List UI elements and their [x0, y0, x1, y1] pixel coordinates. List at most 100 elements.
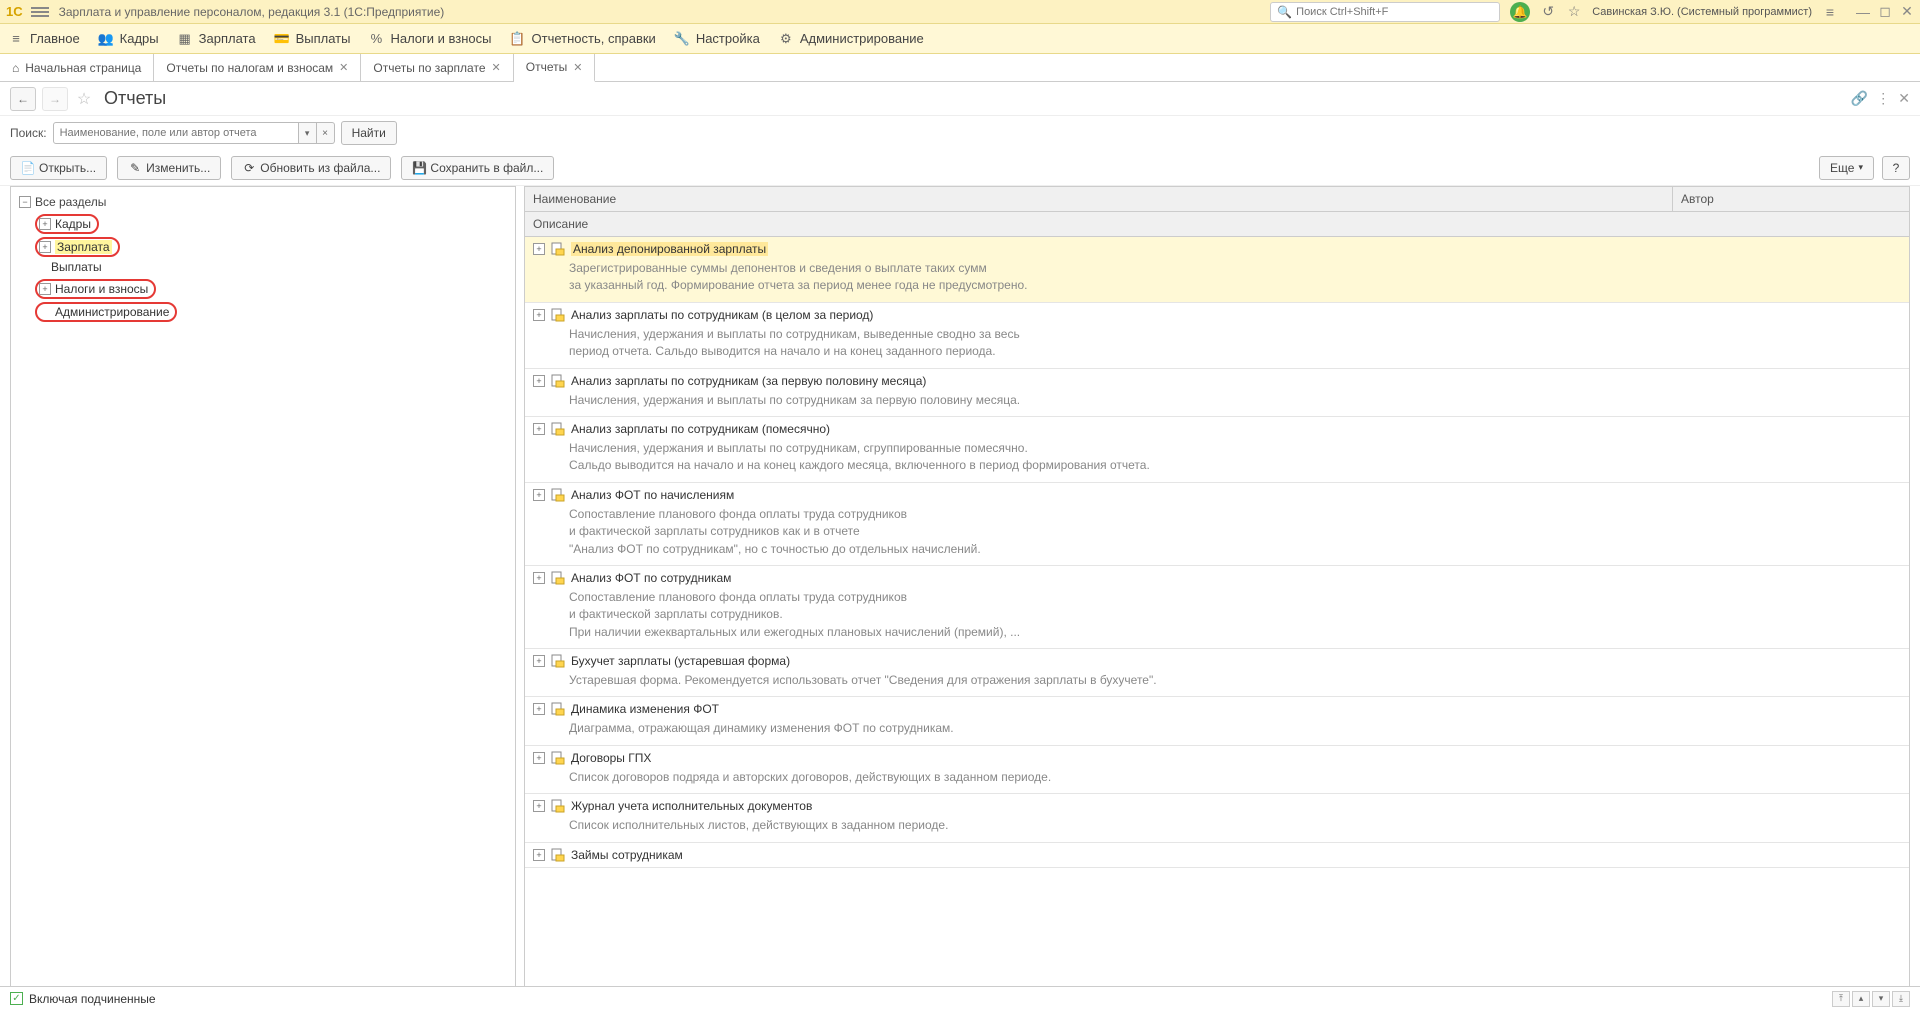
menu-label: Зарплата	[199, 31, 256, 46]
search-dropdown-button[interactable]: ▾	[299, 122, 317, 144]
tree-spacer	[39, 306, 51, 318]
open-button[interactable]: 📄Открыть...	[10, 156, 107, 180]
tab-close-button[interactable]: ✕	[573, 61, 582, 74]
menu-item-Отчетность, справки[interactable]: 📋Отчетность, справки	[510, 31, 656, 47]
tree-item-Налоги и взносы[interactable]: + Налоги и взносы	[35, 279, 156, 299]
expand-icon[interactable]: +	[533, 703, 545, 715]
expand-icon[interactable]: +	[39, 283, 51, 295]
expand-icon[interactable]: +	[533, 489, 545, 501]
expand-icon[interactable]: +	[533, 849, 545, 861]
report-description: Список исполнительных листов, действующи…	[569, 817, 1901, 834]
user-label[interactable]: Савинская З.Ю. (Системный программист)	[1592, 6, 1812, 18]
minimize-button[interactable]: —	[1856, 5, 1870, 19]
menu-item-Налоги и взносы[interactable]: %Налоги и взносы	[368, 31, 491, 47]
tree-item-Кадры[interactable]: +Кадры	[35, 214, 99, 234]
scroll-top-button[interactable]: ⤒	[1832, 991, 1850, 1007]
favorite-star-icon[interactable]: ☆	[74, 89, 94, 109]
more-button[interactable]: Еще ▾	[1819, 156, 1874, 180]
menu-item-Администрирование[interactable]: ⚙Администрирование	[778, 31, 924, 47]
expand-icon[interactable]: +	[533, 800, 545, 812]
menu-item-Главное[interactable]: ≡Главное	[8, 31, 80, 47]
expand-icon[interactable]: +	[533, 423, 545, 435]
report-row[interactable]: + Анализ ФОТ по начислениям Сопоставлени…	[525, 483, 1909, 566]
global-search[interactable]: 🔍	[1270, 2, 1500, 22]
close-window-button[interactable]: ✕	[1900, 5, 1914, 19]
menu-label: Главное	[30, 31, 80, 46]
report-row[interactable]: + Анализ зарплаты по сотрудникам (за пер…	[525, 369, 1909, 417]
report-row[interactable]: + Анализ ФОТ по сотрудникам Сопоставлени…	[525, 566, 1909, 649]
tree-item-Выплаты[interactable]: Выплаты	[35, 260, 102, 274]
nav-forward-button[interactable]: →	[42, 87, 68, 111]
report-row[interactable]: + Анализ депонированной зарплаты Зарегис…	[525, 237, 1909, 303]
expand-icon[interactable]: +	[533, 572, 545, 584]
update-button[interactable]: ⟳Обновить из файла...	[231, 156, 391, 180]
history-icon[interactable]: ↺	[1540, 4, 1556, 20]
collapse-icon[interactable]: −	[19, 196, 31, 208]
find-button[interactable]: Найти	[341, 121, 397, 145]
scroll-bottom-button[interactable]: ⤓	[1892, 991, 1910, 1007]
edit-button[interactable]: ✎Изменить...	[117, 156, 221, 180]
scroll-down-button[interactable]: ▾	[1872, 991, 1890, 1007]
save-label: Сохранить в файл...	[430, 161, 543, 175]
tab-close-button[interactable]: ✕	[492, 61, 501, 74]
report-icon	[551, 654, 565, 668]
menu-item-Выплаты[interactable]: 💳Выплаты	[274, 31, 351, 47]
notifications-icon[interactable]: 🔔	[1510, 2, 1530, 22]
col-desc-header: Описание	[525, 212, 1909, 237]
tab-Начальная страница[interactable]: ⌂Начальная страница	[0, 54, 154, 81]
report-title: Журнал учета исполнительных документов	[571, 799, 812, 813]
maximize-button[interactable]: ◻	[1878, 5, 1892, 19]
report-row[interactable]: + Займы сотрудникам	[525, 843, 1909, 868]
tree-item-Администрирование[interactable]: Администрирование	[35, 302, 177, 322]
menu-label: Налоги и взносы	[390, 31, 491, 46]
include-children-checkbox[interactable]: ✓	[10, 992, 23, 1005]
col-name-header[interactable]: Наименование	[525, 187, 1673, 211]
more-icon[interactable]: ⋮	[1876, 90, 1890, 107]
tree-item-Зарплата[interactable]: + Зарплата	[35, 237, 120, 257]
tab-Отчеты[interactable]: Отчеты✕	[514, 54, 596, 82]
expand-icon[interactable]: +	[533, 655, 545, 667]
expand-icon[interactable]: +	[533, 309, 545, 321]
settings-icon[interactable]: ≡	[1822, 4, 1838, 20]
menu-item-Зарплата[interactable]: ▦Зарплата	[177, 31, 256, 47]
expand-icon[interactable]: +	[533, 375, 545, 387]
tree-label: Зарплата	[55, 240, 112, 254]
nav-back-button[interactable]: ←	[10, 87, 36, 111]
hamburger-icon[interactable]	[31, 5, 49, 19]
global-search-input[interactable]	[1296, 6, 1493, 18]
report-row[interactable]: + Анализ зарплаты по сотрудникам (в цело…	[525, 303, 1909, 369]
report-row[interactable]: + Журнал учета исполнительных документов…	[525, 794, 1909, 842]
tab-close-button[interactable]: ✕	[339, 61, 348, 74]
close-page-button[interactable]: ✕	[1898, 90, 1910, 107]
expand-icon[interactable]: +	[533, 752, 545, 764]
report-search-input[interactable]	[53, 122, 299, 144]
report-icon	[551, 848, 565, 862]
page-header: ← → ☆ Отчеты 🔗 ⋮ ✕	[0, 82, 1920, 116]
favorites-icon[interactable]: ☆	[1566, 4, 1582, 20]
people-icon: 👥	[98, 31, 114, 47]
open-icon: 📄	[21, 161, 35, 175]
scroll-up-button[interactable]: ▴	[1852, 991, 1870, 1007]
help-button[interactable]: ?	[1882, 156, 1910, 180]
tab-Отчеты по налогам и взносам[interactable]: Отчеты по налогам и взносам✕	[154, 54, 361, 81]
report-row[interactable]: + Бухучет зарплаты (устаревшая форма) Ус…	[525, 649, 1909, 697]
expand-icon[interactable]: +	[533, 243, 545, 255]
tree-label: Налоги и взносы	[55, 282, 148, 296]
report-row[interactable]: + Динамика изменения ФОТ Диаграмма, отра…	[525, 697, 1909, 745]
col-author-header[interactable]: Автор	[1673, 187, 1909, 211]
tab-Отчеты по зарплате[interactable]: Отчеты по зарплате✕	[361, 54, 513, 81]
report-row[interactable]: + Договоры ГПХ Список договоров подряда …	[525, 746, 1909, 794]
save-button[interactable]: 💾Сохранить в файл...	[401, 156, 554, 180]
menu-item-Кадры[interactable]: 👥Кадры	[98, 31, 159, 47]
search-clear-button[interactable]: ×	[317, 122, 335, 144]
expand-icon[interactable]: +	[39, 218, 51, 230]
chevron-down-icon: ▾	[1858, 162, 1863, 173]
report-row[interactable]: + Анализ зарплаты по сотрудникам (помеся…	[525, 417, 1909, 483]
expand-icon[interactable]: +	[39, 241, 51, 253]
report-description: Начисления, удержания и выплаты по сотру…	[569, 440, 1901, 475]
tree-root-item[interactable]: − Все разделы	[17, 193, 509, 211]
footer: ✓ Включая подчиненные ⤒ ▴ ▾ ⤓	[0, 986, 1920, 1010]
menu-item-Настройка[interactable]: 🔧Настройка	[674, 31, 760, 47]
report-description: Диаграмма, отражающая динамику изменения…	[569, 720, 1901, 737]
link-icon[interactable]: 🔗	[1851, 90, 1868, 107]
